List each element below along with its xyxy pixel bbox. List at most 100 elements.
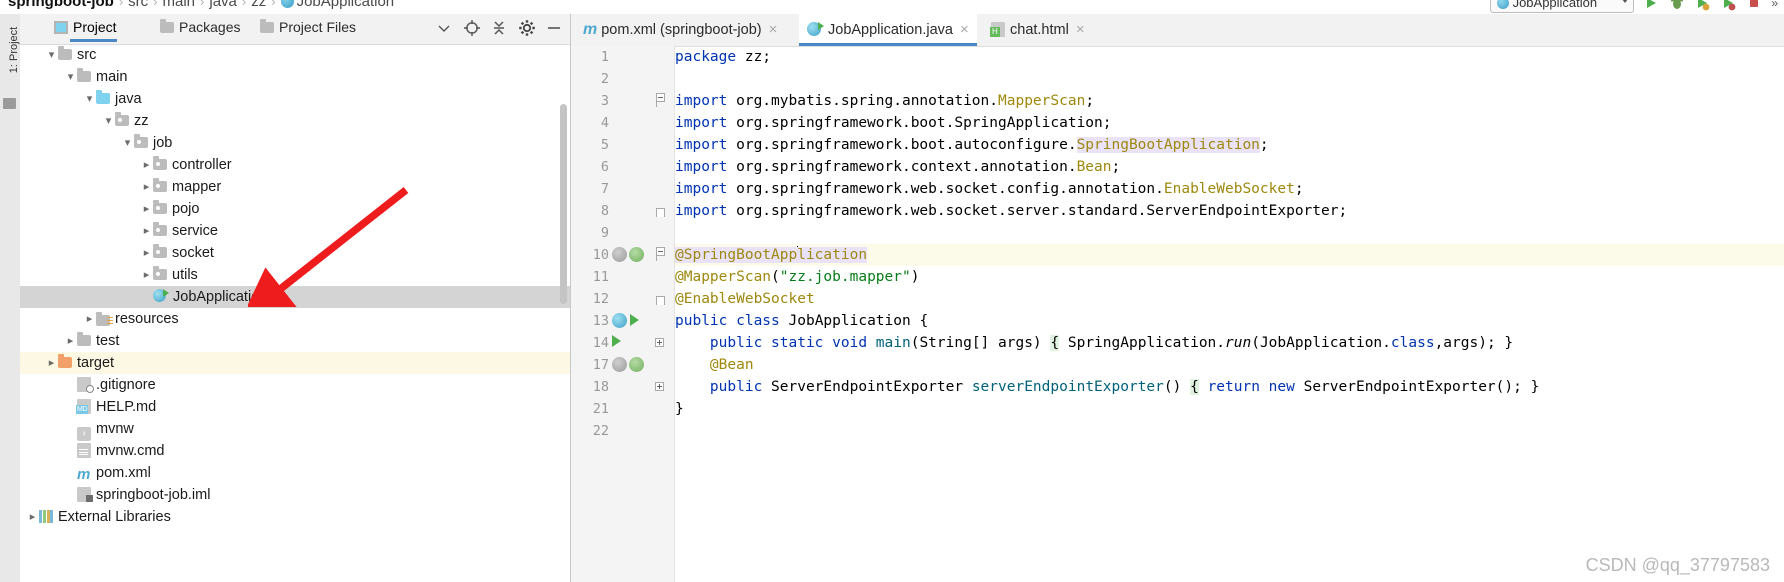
tree-item-mapper[interactable]: ▸ mapper [20, 176, 570, 198]
tab-project-files[interactable]: Project Files [260, 19, 356, 39]
gutter-line-12[interactable]: 12 [571, 288, 674, 310]
code-line-21[interactable]: } [675, 398, 684, 420]
fold-region-end-icon[interactable] [656, 203, 665, 217]
locate-icon[interactable] [462, 18, 482, 38]
tab-jobapplication-java[interactable]: JobApplication.java × [799, 14, 977, 46]
fold-region-start-icon[interactable] [656, 93, 665, 107]
twisty-expanded-icon[interactable]: ▾ [64, 66, 77, 88]
tree-item-pom-xml[interactable]: ▸m pom.xml [20, 462, 570, 484]
code-line-5[interactable]: import org.springframework.boot.autoconf… [675, 134, 1269, 156]
tree-item-pojo[interactable]: ▸ pojo [20, 198, 570, 220]
tree-item-src[interactable]: ▾ src [20, 44, 570, 66]
code-line-12[interactable]: @EnableWebSocket [675, 288, 815, 310]
tree-scrollbar[interactable] [560, 104, 567, 304]
coverage-icon[interactable] [1694, 0, 1710, 11]
code-line-17[interactable]: @Bean [675, 354, 754, 376]
sidebar-item-project-rail[interactable]: 1: Project [8, 22, 20, 78]
code-line-1[interactable]: package zz; [675, 46, 771, 68]
code-line-11[interactable]: @MapperScan("zz.job.mapper") [675, 266, 919, 288]
gutter-line-6[interactable]: 6 [571, 156, 674, 178]
project-tool-icon[interactable] [3, 98, 16, 109]
tree-item-target[interactable]: ▸ target [20, 352, 570, 374]
spring-config-gutter-icon[interactable] [612, 313, 627, 328]
tree-item-job[interactable]: ▾ job [20, 132, 570, 154]
hide-panel-icon[interactable] [544, 18, 564, 38]
chevron-down-icon[interactable] [1621, 0, 1628, 3]
gutter-line-7[interactable]: 7 [571, 178, 674, 200]
run-icon[interactable] [1643, 0, 1659, 11]
chevron-down-icon[interactable] [434, 18, 454, 38]
close-icon[interactable]: × [769, 21, 778, 38]
twisty-collapsed-icon[interactable]: ▸ [140, 198, 153, 220]
tree-item-mvnw[interactable]: ▸› mvnw [20, 418, 570, 441]
gutter-line-11[interactable]: 11 [571, 266, 674, 288]
stop-icon[interactable] [1746, 0, 1762, 11]
tree-item-zz[interactable]: ▾ zz [20, 110, 570, 132]
breadcrumb[interactable]: springboot-job › src › main › java › zz › JobAppli… [8, 0, 394, 10]
spring-bean-gutter-icon[interactable] [612, 357, 627, 372]
run-configuration-selector[interactable]: JobApplication [1489, 0, 1634, 13]
code-line-3[interactable]: import org.mybatis.spring.annotation.Map… [675, 90, 1094, 112]
fold-region-end-icon[interactable] [656, 291, 665, 305]
tab-chat-html[interactable]: chat.html × [983, 14, 1093, 46]
close-icon[interactable]: × [960, 21, 969, 38]
tree-item-controller[interactable]: ▸ controller [20, 154, 570, 176]
gutter-line-5[interactable]: 5 [571, 134, 674, 156]
gutter-line-1[interactable]: 1 [571, 46, 674, 68]
twisty-collapsed-icon[interactable]: ▸ [26, 506, 39, 528]
spring-bean-gutter-icon[interactable] [612, 247, 627, 262]
twisty-collapsed-icon[interactable]: ▸ [45, 352, 58, 374]
profile-icon[interactable] [1720, 0, 1736, 11]
code-line-8[interactable]: import org.springframework.web.socket.se… [675, 200, 1347, 222]
fold-expand-icon[interactable] [655, 382, 665, 392]
gutter-line-22[interactable]: 22 [571, 420, 674, 442]
gutter-line-2[interactable]: 2 [571, 68, 674, 90]
tree-item-main[interactable]: ▾ main [20, 66, 570, 88]
gutter-line-14[interactable]: 14 [571, 332, 674, 354]
twisty-collapsed-icon[interactable]: ▸ [64, 330, 77, 352]
settings-gear-icon[interactable] [517, 18, 537, 38]
collapse-all-icon[interactable] [489, 18, 509, 38]
breadcrumb-item-src[interactable]: src [128, 0, 148, 10]
gutter-line-18[interactable]: 18 [571, 376, 674, 398]
tree-item-external-libraries[interactable]: ▸ External Libraries [20, 506, 570, 528]
tree-item-utils[interactable]: ▸ utils [20, 264, 570, 286]
code-line-6[interactable]: import org.springframework.context.annot… [675, 156, 1120, 178]
twisty-collapsed-icon[interactable]: ▸ [140, 220, 153, 242]
close-icon[interactable]: × [1076, 21, 1085, 38]
gutter-line-10[interactable]: 10 [571, 244, 674, 266]
chevron-double-icon[interactable]: » [1771, 0, 1778, 10]
breadcrumb-item-zz[interactable]: zz [251, 0, 266, 10]
run-gutter-icon[interactable] [630, 314, 639, 326]
breadcrumb-item-java[interactable]: java [209, 0, 237, 10]
twisty-expanded-icon[interactable]: ▾ [45, 44, 58, 66]
tab-project[interactable]: Project [54, 19, 117, 42]
spring-bean-gutter-icon[interactable] [629, 357, 644, 372]
gutter-line-13[interactable]: 13 [571, 310, 674, 332]
debug-icon[interactable] [1669, 0, 1685, 11]
breadcrumb-project[interactable]: springboot-job [8, 0, 114, 10]
tree-item-gitignore[interactable]: ▸ .gitignore [20, 374, 570, 396]
tree-item-test[interactable]: ▸ test [20, 330, 570, 352]
code-line-18[interactable]: public ServerEndpointExporter serverEndp… [675, 376, 1539, 398]
code-line-4[interactable]: import org.springframework.boot.SpringAp… [675, 112, 1112, 134]
run-gutter-icon[interactable] [612, 335, 621, 347]
code-editor-content[interactable]: package zz; import org.mybatis.spring.ann… [675, 46, 1784, 582]
code-line-14[interactable]: public static void main(String[] args) {… [675, 332, 1513, 354]
tree-item-jobapplication[interactable]: ▸ JobApplication [20, 286, 570, 308]
gutter-line-3[interactable]: 3 [571, 90, 674, 112]
twisty-collapsed-icon[interactable]: ▸ [140, 242, 153, 264]
twisty-expanded-icon[interactable]: ▾ [83, 88, 96, 110]
breadcrumb-item-main[interactable]: main [163, 0, 196, 10]
gutter-line-17[interactable]: 17 [571, 354, 674, 376]
tab-pom-xml[interactable]: m pom.xml (springboot-job) × [575, 14, 785, 46]
tree-item-mvnw-cmd[interactable]: ▸ mvnw.cmd [20, 440, 570, 462]
tree-item-springboot-job-iml[interactable]: ▸ springboot-job.iml [20, 484, 570, 506]
project-file-tree[interactable]: ▾ src ▾ main ▾ java ▾ zz ▾ job ▸ controller ▸ mapper ▸… [20, 44, 570, 582]
twisty-collapsed-icon[interactable]: ▸ [140, 176, 153, 198]
gutter-line-8[interactable]: 8 [571, 200, 674, 222]
gutter-line-4[interactable]: 4 [571, 112, 674, 134]
code-line-13[interactable]: public class JobApplication { [675, 310, 928, 332]
tab-packages[interactable]: Packages [160, 19, 240, 39]
twisty-collapsed-icon[interactable]: ▸ [140, 154, 153, 176]
